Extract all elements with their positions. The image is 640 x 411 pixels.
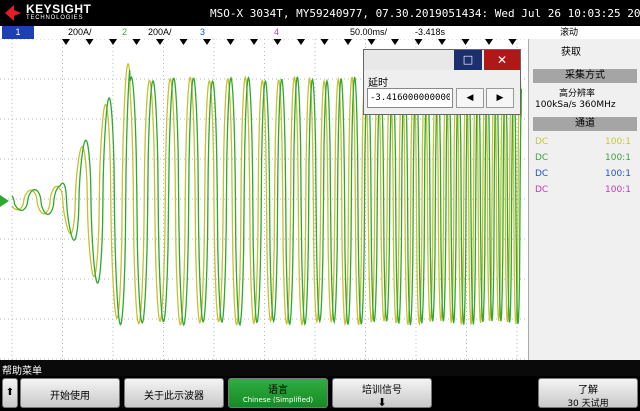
brand-name: KEYSIGHT bbox=[26, 2, 92, 16]
language-button[interactable]: 语言 Chinese (Simplified) bbox=[228, 378, 328, 408]
marker-icon bbox=[320, 39, 329, 45]
brand-subtitle: TECHNOLOGIES bbox=[26, 15, 84, 21]
about-scope-label: 关于此示波器 bbox=[144, 391, 204, 402]
channels-header: 通道 bbox=[533, 117, 637, 131]
run-status: 滚动 bbox=[560, 27, 579, 37]
channel-1-scale[interactable]: 200A/ bbox=[68, 26, 92, 39]
marker-icon bbox=[391, 39, 399, 45]
menu-bar: 帮助菜单 bbox=[0, 360, 640, 377]
probe-ratio[interactable]: 100:1 bbox=[605, 169, 631, 179]
probe-ratio[interactable]: 100:1 bbox=[605, 185, 631, 195]
marker-icon bbox=[344, 39, 352, 45]
getting-started-button[interactable]: 开始使用 bbox=[20, 378, 120, 408]
acquire-section-title: 获取 bbox=[561, 47, 581, 58]
delay-label: 延时 bbox=[368, 78, 388, 89]
trigger-markers bbox=[62, 39, 517, 45]
acquire-mode-value[interactable]: 高分辨率 bbox=[559, 86, 595, 99]
marker-icon bbox=[438, 39, 446, 45]
increment-arrow-icon[interactable]: ▶ bbox=[486, 88, 514, 108]
marker-icon bbox=[85, 39, 94, 45]
close-icon[interactable]: ✕ bbox=[484, 50, 520, 70]
down-arrow-icon: ⬇ bbox=[377, 396, 387, 409]
marker-icon bbox=[226, 39, 235, 45]
getting-started-label: 开始使用 bbox=[50, 391, 90, 402]
training-signals-button[interactable]: 培训信号 ⬇ bbox=[332, 378, 432, 409]
channel-bar: 1 200A/ 2 200A/ 3 4 50.00ms/ -3.418s 滚动 bbox=[0, 26, 640, 40]
language-value: Chinese (Simplified) bbox=[242, 396, 314, 404]
marker-icon bbox=[203, 39, 211, 45]
keysight-logo-icon bbox=[5, 5, 21, 21]
ground-marker-icon bbox=[0, 195, 9, 207]
up-arrow-icon: ⬆ bbox=[5, 387, 15, 398]
trial-info-label: 了解 bbox=[578, 385, 598, 396]
channel-3-tab[interactable]: 3 bbox=[200, 26, 205, 39]
marker-icon bbox=[62, 39, 70, 45]
channel-coupling[interactable]: DC bbox=[535, 169, 548, 179]
marker-icon bbox=[156, 39, 164, 45]
scope-info: MSO-X 3034T, MY59240977, 07.30.201905143… bbox=[210, 7, 640, 20]
restore-icon[interactable]: □ bbox=[454, 50, 482, 70]
channel-1-tab[interactable]: 1 bbox=[2, 26, 34, 39]
probe-ratio[interactable]: 100:1 bbox=[605, 137, 631, 147]
channel-2-tab[interactable]: 2 bbox=[122, 26, 127, 39]
language-label: 语言 bbox=[268, 385, 288, 396]
delay-value[interactable]: -3.418s bbox=[415, 26, 445, 39]
probe-ratio[interactable]: 100:1 bbox=[605, 153, 631, 163]
back-up-button[interactable]: ⬆ bbox=[2, 378, 18, 408]
side-panel: 获取 采集方式 高分辨率 100kSa/s 360MHz 通道 DC 100:1 D… bbox=[528, 39, 640, 360]
about-scope-button[interactable]: 关于此示波器 bbox=[124, 378, 224, 408]
menu-title: 帮助菜单 bbox=[2, 366, 42, 377]
timebase-value[interactable]: 50.00ms/ bbox=[350, 26, 387, 39]
channel-coupling[interactable]: DC bbox=[535, 153, 548, 163]
marker-icon bbox=[485, 39, 493, 45]
marker-icon bbox=[508, 39, 517, 45]
marker-icon bbox=[367, 39, 376, 45]
delay-input[interactable] bbox=[367, 88, 453, 108]
marker-icon bbox=[109, 39, 117, 45]
trial-info-button[interactable]: 了解 30 天试用 bbox=[538, 378, 638, 409]
channel-4-tab[interactable]: 4 bbox=[274, 26, 279, 39]
training-signals-label: 培训信号 bbox=[362, 385, 402, 396]
channel-coupling[interactable]: DC bbox=[535, 185, 548, 195]
delay-dialog: □ ✕ 延时 ◀ ▶ bbox=[363, 49, 521, 115]
channel-coupling[interactable]: DC bbox=[535, 137, 548, 147]
marker-icon bbox=[461, 39, 470, 45]
marker-icon bbox=[273, 39, 282, 45]
top-bar: KEYSIGHT TECHNOLOGIES MSO-X 3034T, MY592… bbox=[0, 0, 640, 26]
marker-icon bbox=[132, 39, 141, 45]
acquire-mode-header: 采集方式 bbox=[533, 69, 637, 83]
trial-days-value: 30 天试用 bbox=[567, 399, 609, 409]
marker-icon bbox=[250, 39, 258, 45]
marker-icon bbox=[414, 39, 423, 45]
decrement-arrow-icon[interactable]: ◀ bbox=[456, 88, 484, 108]
marker-icon bbox=[297, 39, 305, 45]
channel-2-scale[interactable]: 200A/ bbox=[148, 26, 172, 39]
marker-icon bbox=[179, 39, 188, 45]
sample-rate: 100kSa/s 360MHz bbox=[535, 100, 616, 110]
